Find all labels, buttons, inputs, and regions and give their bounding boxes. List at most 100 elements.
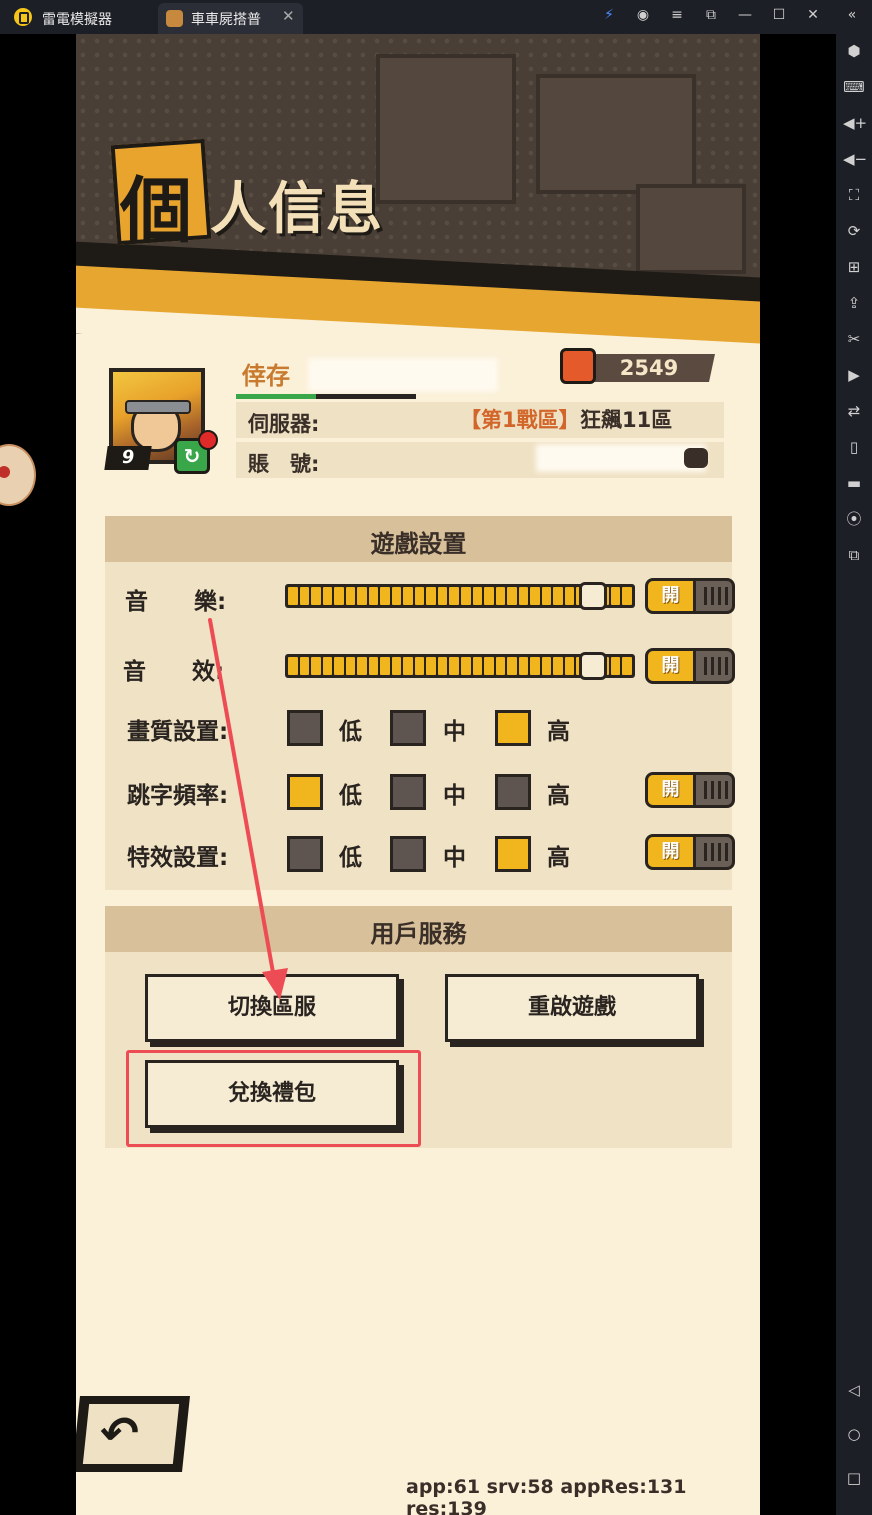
slider-segment [449, 587, 459, 605]
switch-server-button[interactable]: 切換區服 [145, 974, 399, 1042]
back-button[interactable]: ↶ [76, 1396, 190, 1472]
slider-segment [288, 657, 298, 675]
slider-segment [484, 587, 494, 605]
collapse-sidebar-icon[interactable]: « [842, 7, 862, 23]
game-settings-title: 遊戲設置 [370, 530, 467, 558]
floating-assistant-icon[interactable] [0, 444, 36, 506]
quality-low-checkbox[interactable] [287, 710, 323, 746]
effects-high-checkbox[interactable] [495, 836, 531, 872]
quality-label: 畫質設置: [127, 719, 229, 745]
slider-segment [622, 587, 632, 605]
effects-low-checkbox[interactable] [287, 836, 323, 872]
damage-label: 跳字頻率: [127, 783, 229, 809]
tab-close-icon[interactable]: ✕ [282, 7, 295, 25]
popout-icon[interactable]: ⧉ [701, 7, 721, 23]
scissors-icon[interactable]: ✂ [843, 328, 865, 350]
effects-label: 特效設置: [127, 845, 229, 871]
slider-segment [564, 587, 575, 605]
keyboard-icon[interactable]: ⌨ [843, 76, 865, 98]
menu-icon[interactable]: ≡ [667, 7, 687, 23]
music-toggle[interactable]: 開 [645, 578, 735, 614]
music-slider-handle[interactable] [579, 582, 607, 610]
quality-high-checkbox[interactable] [495, 710, 531, 746]
slider-segment [564, 657, 575, 675]
slider-segment [437, 587, 448, 605]
folder-icon[interactable]: ▬ [843, 472, 865, 494]
quality-mid-checkbox[interactable] [390, 710, 426, 746]
effects-mid-label: 中 [443, 845, 466, 871]
game-tab-icon [166, 10, 183, 27]
close-button[interactable]: ✕ [803, 7, 823, 23]
location-icon[interactable]: ⦿ [843, 508, 865, 530]
slider-segment [357, 587, 367, 605]
volume-up-icon[interactable]: ◀+ [843, 112, 867, 134]
slider-segment [391, 657, 402, 675]
slider-segment [357, 657, 367, 675]
slider-segment [484, 657, 494, 675]
apk-install-icon[interactable]: ⇪ [843, 292, 865, 314]
rotate-icon[interactable]: ⟳ [843, 220, 865, 242]
slider-segment [345, 587, 356, 605]
multi-instance-icon[interactable]: ⧉ [843, 544, 865, 566]
slider-segment [368, 657, 379, 675]
annotation-highlight-box [126, 1050, 421, 1147]
slider-segment [472, 657, 483, 675]
slider-segment [507, 657, 517, 675]
back-nav-icon[interactable]: ◁ [843, 1379, 865, 1401]
debug-info: app:61 srv:58 appRes:131 res:139 [406, 1476, 687, 1515]
record-icon[interactable]: ▶ [843, 364, 865, 386]
screenshot-icon[interactable]: ⛶ [843, 184, 865, 206]
user-service-title: 用戶服務 [370, 920, 467, 948]
slider-segment [541, 657, 552, 675]
slider-segment [391, 587, 402, 605]
slider-segment [460, 657, 471, 675]
slider-segment [299, 587, 310, 605]
redacted-account [536, 444, 706, 472]
boost-icon[interactable]: ⚡ [599, 7, 619, 23]
account-icon[interactable]: ◉ [633, 7, 653, 23]
minimize-button[interactable]: — [735, 7, 755, 23]
slider-segment [334, 657, 344, 675]
effects-toggle[interactable]: 開 [645, 834, 735, 870]
home-nav-icon[interactable]: ○ [843, 1423, 865, 1445]
damage-mid-checkbox[interactable] [390, 774, 426, 810]
sound-toggle[interactable]: 開 [645, 648, 735, 684]
slider-segment [553, 657, 563, 675]
app-name: 雷電模擬器 [42, 12, 112, 28]
tab-game[interactable]: 車車屍搭普 ✕ [158, 3, 303, 34]
slider-segment [507, 587, 517, 605]
slider-segment [311, 657, 321, 675]
fist-icon [560, 348, 596, 384]
redacted-name [308, 358, 498, 392]
quality-low-label: 低 [339, 719, 362, 745]
volume-down-icon[interactable]: ◀− [843, 148, 867, 170]
slider-segment [622, 657, 632, 675]
server-name: 狂飆11區 [580, 408, 673, 432]
effects-low-label: 低 [339, 845, 362, 871]
slider-segment [541, 587, 552, 605]
settings-gear-icon[interactable]: ⬢ [843, 40, 865, 62]
slider-segment [449, 657, 459, 675]
damage-low-label: 低 [339, 783, 362, 809]
slider-segment [553, 587, 563, 605]
sync-icon[interactable]: ⇄ [843, 400, 865, 422]
damage-high-checkbox[interactable] [495, 774, 531, 810]
emulator-window: 雷電模擬器 車車屍搭普 ✕ ⚡ ◉ ≡ ⧉ — ☐ ✕ « ⬢ ⌨ ◀+ ◀− … [0, 0, 872, 1515]
effects-high-label: 高 [547, 845, 570, 871]
add-app-icon[interactable]: ⊞ [843, 256, 865, 278]
damage-low-checkbox[interactable] [287, 774, 323, 810]
slider-segment [345, 657, 356, 675]
tab-title: 車車屍搭普 [191, 12, 261, 28]
maximize-button[interactable]: ☐ [769, 7, 789, 23]
sound-slider-handle[interactable] [579, 652, 607, 680]
game-screen: 個 人信息 9 ↻ 倖存 2549 伺服器: 【第1戰區】 狂飆11區 賬 號: [76, 34, 760, 1515]
shake-icon[interactable]: ▯ [843, 436, 865, 458]
restart-game-button[interactable]: 重啟遊戲 [445, 974, 699, 1042]
notification-dot [198, 430, 218, 450]
slider-segment [414, 587, 425, 605]
damage-toggle[interactable]: 開 [645, 772, 735, 808]
recent-nav-icon[interactable]: □ [843, 1467, 865, 1489]
slider-segment [299, 657, 310, 675]
player-name: 倖存 [242, 362, 290, 390]
effects-mid-checkbox[interactable] [390, 836, 426, 872]
